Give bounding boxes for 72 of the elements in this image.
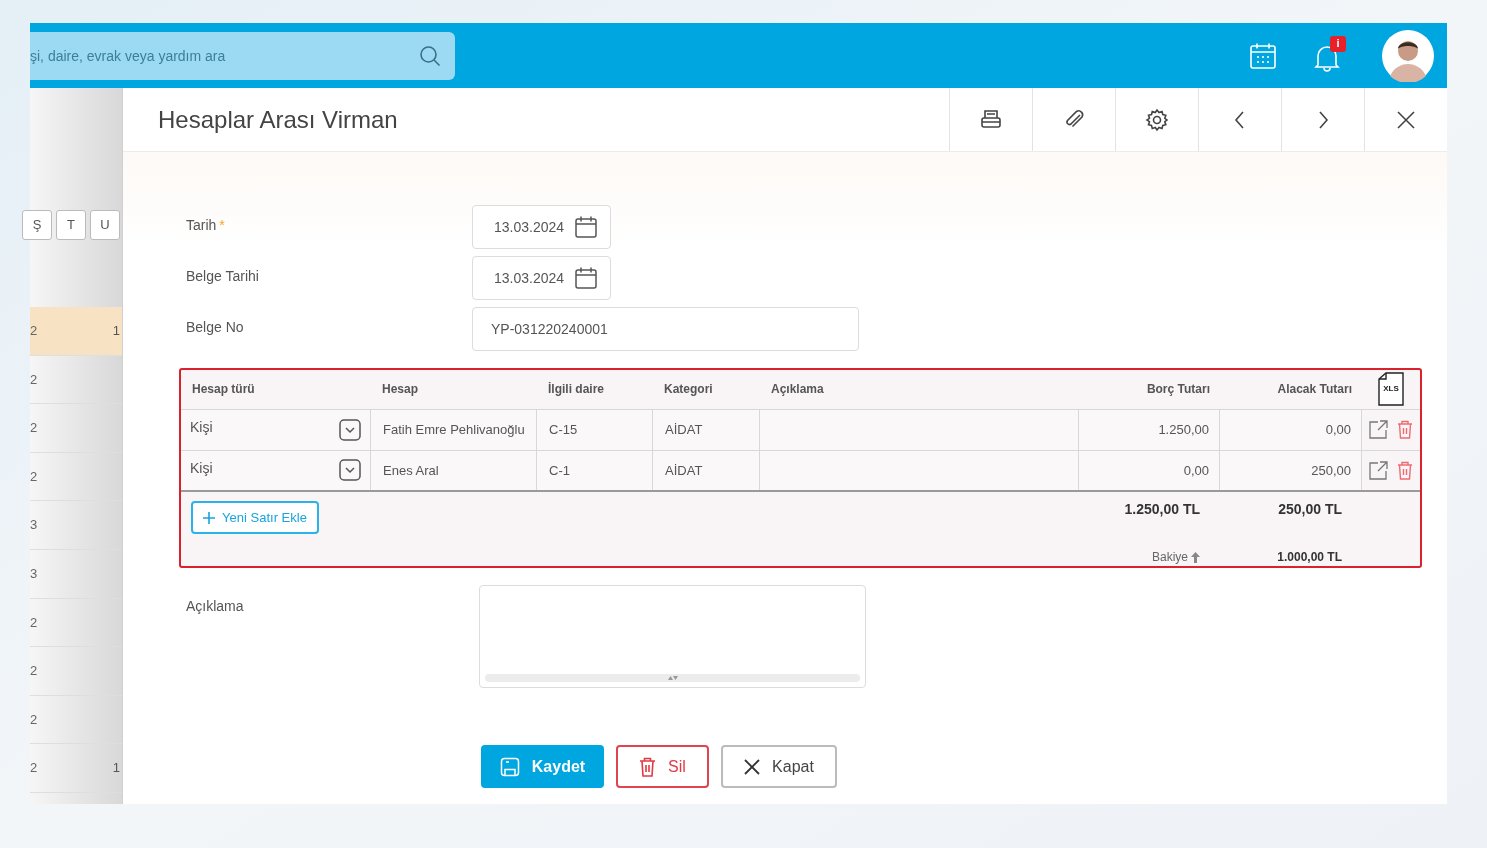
list-cell-text: 2 <box>30 322 38 341</box>
plus-icon <box>203 511 216 524</box>
table-cell-text: C-15 <box>549 421 578 439</box>
table-cell-text: AİDAT <box>665 461 703 480</box>
column-header: Açıklama <box>770 381 825 399</box>
resize-handle[interactable] <box>485 674 860 682</box>
dropdown-icon[interactable] <box>339 418 361 441</box>
toolbar-button[interactable]: U <box>90 210 120 240</box>
list-cell-text: 2 <box>30 613 38 632</box>
total-amount: 250,00 TL <box>1277 500 1343 519</box>
column-header: Kategori <box>663 381 714 399</box>
total-amount: 1.250,00 TL <box>1123 500 1201 519</box>
date-field[interactable]: 13.03.2024 <box>472 205 611 249</box>
search-field[interactable]: şi, daire, evrak veya yardım ara <box>30 31 455 80</box>
xls-export-button[interactable]: XLS <box>1378 372 1404 407</box>
list-cell-text: 1 <box>112 322 120 341</box>
table-cell-text: Enes Aral <box>383 461 439 480</box>
field-label: Açıklama <box>185 597 245 616</box>
delete-icon <box>639 756 657 777</box>
list-cell-text: 3 <box>30 565 38 583</box>
required-marker: * <box>219 216 225 235</box>
toolbar-button[interactable]: T <box>56 210 86 240</box>
list-cell-text: 2 <box>30 662 38 681</box>
save-button[interactable]: Kaydet <box>481 745 604 788</box>
table-cell-text: 1.250,00 <box>1158 421 1209 439</box>
settings-icon[interactable] <box>1144 106 1170 133</box>
list-cell-text: 2 <box>30 419 38 438</box>
list-cell-text: 1 <box>112 759 120 778</box>
modal-title: Hesaplar Arası Virman <box>157 104 399 135</box>
balance-label: Bakiye <box>1151 549 1188 566</box>
delete-button[interactable]: Sil <box>616 745 709 788</box>
description-field[interactable] <box>479 585 866 688</box>
notification-badge: i <box>1330 35 1346 52</box>
table-cell-text: Fatih Emre Pehlivanoğlu <box>383 421 525 439</box>
close-button[interactable]: Kapat <box>721 745 837 788</box>
calendar-icon[interactable] <box>1249 41 1277 70</box>
external-link-icon[interactable] <box>1369 460 1388 480</box>
column-header: Hesap türü <box>191 381 256 399</box>
close-icon <box>744 758 761 775</box>
list-cell-text: 2 <box>30 710 38 729</box>
add-row-button[interactable]: Yeni Satır Ekle <box>191 501 319 534</box>
avatar[interactable] <box>1382 29 1434 82</box>
list-cell-text: 2 <box>30 759 38 778</box>
column-header: Alacak Tutarı <box>1276 381 1353 399</box>
external-link-icon[interactable] <box>1369 420 1388 440</box>
table-cell-text: 0,00 <box>1325 421 1351 439</box>
delete-icon[interactable] <box>1397 460 1413 480</box>
table-cell-text: 250,00 <box>1311 461 1351 480</box>
balance-amount: 1.000,00 TL <box>1276 549 1343 566</box>
calendar-icon[interactable] <box>574 266 599 290</box>
arrow-up-icon <box>1191 551 1200 563</box>
field-label: Belge No <box>186 318 244 337</box>
list-row[interactable]: 2 1 <box>30 307 122 356</box>
list-cell-text: 3 <box>30 516 38 535</box>
date-field[interactable]: 13.03.2024 <box>472 256 611 300</box>
input-field[interactable]: YP-031220240001 <box>472 307 859 351</box>
dropdown-icon[interactable] <box>339 459 361 482</box>
table-cell-text: 0,00 <box>1183 461 1209 480</box>
column-header: Hesap <box>381 381 420 399</box>
field-label: Tarih <box>186 216 217 235</box>
search-icon[interactable] <box>418 43 442 68</box>
field-label: Belge Tarihi <box>186 267 259 286</box>
table-cell-text: AİDAT <box>665 421 703 439</box>
calendar-icon[interactable] <box>574 215 599 239</box>
bell-icon[interactable] <box>1314 43 1340 72</box>
list-cell-text: 2 <box>30 370 38 389</box>
toolbar-button[interactable]: Ş <box>22 210 52 240</box>
table-cell-text: C-1 <box>549 461 570 480</box>
column-header: Borç Tutarı <box>1145 381 1211 399</box>
list-cell-text: 2 <box>30 467 38 486</box>
column-header: İlgili daire <box>547 381 605 399</box>
delete-icon[interactable] <box>1397 420 1413 440</box>
